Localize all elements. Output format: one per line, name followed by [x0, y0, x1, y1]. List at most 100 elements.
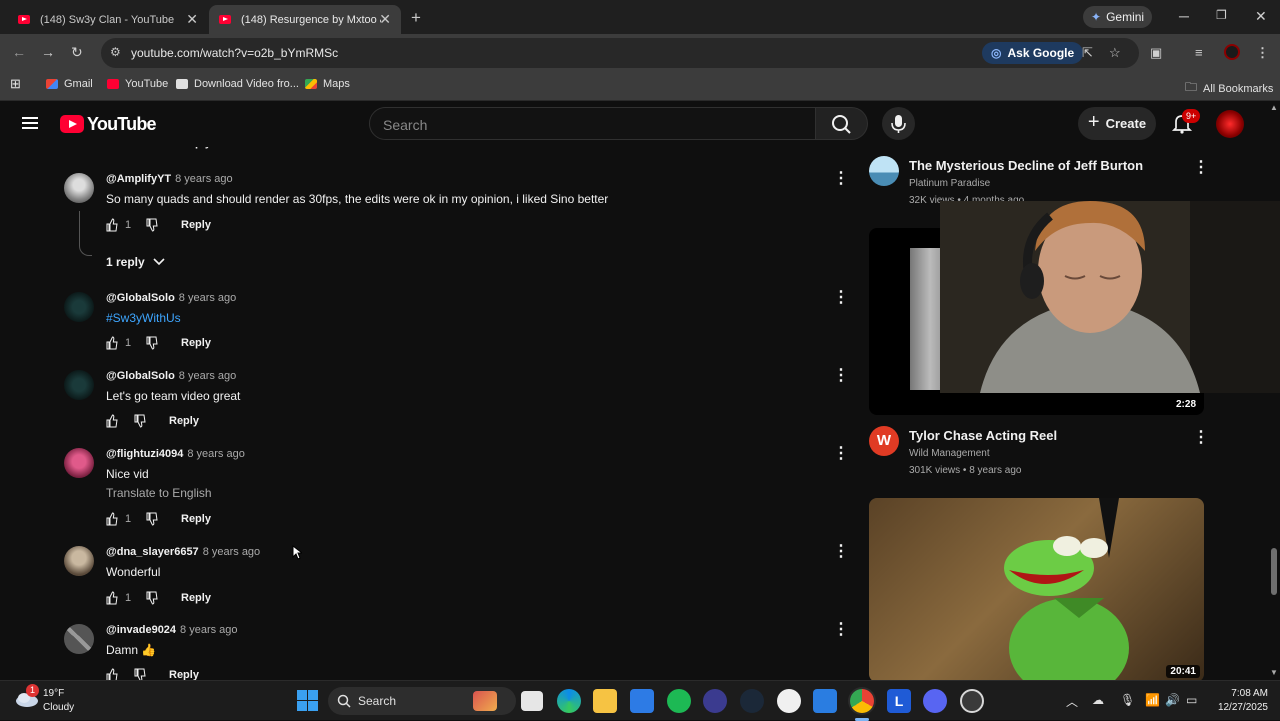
comment-time[interactable]: 8 years ago — [179, 370, 236, 382]
search-button[interactable] — [816, 107, 868, 140]
all-bookmarks[interactable]: 🗀 All Bookmarks — [1185, 78, 1273, 99]
install-app-icon[interactable]: ⇱ — [1082, 45, 1093, 61]
thumbs-up-icon[interactable] — [106, 414, 118, 428]
thumbs-up-icon[interactable] — [106, 218, 118, 232]
voice-search-button[interactable] — [882, 107, 915, 140]
ask-google-button[interactable]: ◎ Ask Google — [982, 42, 1084, 64]
comment-time[interactable]: 8 years ago — [187, 448, 244, 460]
microsoft-store-icon[interactable] — [630, 689, 654, 713]
close-window-icon[interactable]: ✕ — [1255, 8, 1267, 25]
author-name[interactable]: @dna_slayer6657 — [106, 546, 199, 558]
bookmark-gmail[interactable]: Gmail — [46, 78, 93, 90]
video-thumbnail[interactable]: 20:41 — [869, 498, 1204, 680]
comment-menu-icon[interactable]: ⋮ — [833, 171, 849, 187]
comment-menu-icon[interactable]: ⋮ — [833, 446, 849, 462]
comment-author[interactable]: @AmplifyYT 8 years ago — [106, 173, 233, 185]
app-icon[interactable] — [813, 689, 837, 713]
avatar[interactable] — [64, 292, 94, 322]
app-icon[interactable] — [960, 689, 984, 713]
thumbs-up-icon[interactable] — [106, 512, 118, 526]
gemini-button[interactable]: ✦ Gemini — [1083, 6, 1153, 28]
thumbs-down-icon[interactable] — [146, 336, 158, 350]
onedrive-icon[interactable]: ☁ — [1092, 693, 1104, 707]
steam-icon[interactable] — [740, 689, 764, 713]
comment-author[interactable]: @dna_slayer6657 8 years ago — [106, 546, 260, 558]
maximize-icon[interactable]: ❐ — [1216, 8, 1227, 22]
show-hidden-icons[interactable]: ︿ — [1066, 693, 1078, 710]
replies-toggle-button[interactable]: 1 reply — [106, 255, 165, 269]
site-info-icon[interactable]: ⚙ — [110, 45, 121, 59]
scroll-down-arrow-icon[interactable]: ▼ — [1270, 668, 1278, 677]
thumbs-down-icon[interactable] — [146, 591, 158, 605]
volume-icon[interactable]: 🔊 — [1165, 693, 1180, 707]
comment-time[interactable]: 8 years ago — [203, 546, 260, 558]
author-name[interactable]: @flightuzi4094 — [106, 448, 183, 460]
taskbar-search[interactable]: Search — [328, 687, 516, 715]
reply-button[interactable]: Reply — [169, 415, 199, 427]
reply-button[interactable]: Reply — [181, 592, 211, 604]
tab-sw3y-clan[interactable]: (148) Sw3y Clan - YouTube ✕ — [8, 5, 208, 34]
thumbs-up-icon[interactable] — [106, 336, 118, 350]
weather-widget[interactable]: 1 — [14, 684, 40, 713]
thumbs-up-icon[interactable] — [106, 668, 118, 680]
tab-resurgence[interactable]: (148) Resurgence by Mxtoo & I ✕ — [209, 5, 401, 34]
channel-avatar[interactable] — [869, 156, 899, 186]
thumbs-up-icon[interactable] — [106, 591, 118, 605]
avatar[interactable] — [64, 173, 94, 203]
weather-desc[interactable]: Cloudy — [43, 702, 74, 713]
video-menu-icon[interactable]: ⋮ — [1193, 157, 1209, 177]
avatar[interactable] — [64, 370, 94, 400]
spotify-icon[interactable] — [667, 689, 691, 713]
avatar[interactable] — [64, 624, 94, 654]
menu-icon[interactable] — [22, 117, 38, 129]
translate-link[interactable]: Translate to English — [106, 486, 212, 500]
author-name[interactable]: @invade9024 — [106, 624, 176, 636]
side-panel-icon[interactable]: ▣ — [1150, 45, 1162, 61]
comment-menu-icon[interactable]: ⋮ — [833, 368, 849, 384]
create-button[interactable]: + Create — [1078, 107, 1156, 140]
video-channel[interactable]: Platinum Paradise — [909, 178, 990, 189]
scrollbar-thumb[interactable] — [1271, 548, 1277, 595]
windows-start-icon[interactable] — [297, 690, 318, 711]
comment-time[interactable]: 8 years ago — [179, 292, 236, 304]
taskbar-clock[interactable]: 7:08 AM 12/27/2025 — [1212, 687, 1268, 715]
thumbs-down-icon[interactable] — [134, 414, 146, 428]
close-tab-icon[interactable]: ✕ — [379, 11, 391, 28]
edge-browser-icon[interactable] — [557, 689, 581, 713]
address-bar[interactable]: ⚙ youtube.com/watch?v=o2b_bYmRMSc ◎ Ask … — [101, 38, 1139, 68]
media-player-icon[interactable] — [703, 689, 727, 713]
reply-button[interactable]: Reply — [181, 219, 211, 231]
wifi-icon[interactable]: 📶 — [1145, 693, 1160, 707]
bookmark-youtube[interactable]: YouTube — [107, 78, 168, 90]
chrome-icon[interactable] — [850, 689, 874, 713]
video-title[interactable]: The Mysterious Decline of Jeff Burton — [909, 158, 1143, 173]
scroll-up-arrow-icon[interactable]: ▲ — [1270, 103, 1278, 112]
thumbs-down-icon[interactable] — [146, 218, 158, 232]
media-controls-icon[interactable]: ≡ — [1195, 45, 1203, 60]
file-explorer-icon[interactable] — [593, 689, 617, 713]
comment-menu-icon[interactable]: ⋮ — [833, 622, 849, 638]
thumbs-down-icon[interactable] — [134, 668, 146, 680]
channel-avatar[interactable]: W — [869, 426, 899, 456]
author-name[interactable]: @GlobalSolo — [106, 292, 175, 304]
comment-menu-icon[interactable]: ⋮ — [833, 544, 849, 560]
youtube-logo-icon[interactable] — [60, 115, 84, 133]
comment-author[interactable]: @GlobalSolo 8 years ago — [106, 292, 236, 304]
url-text[interactable]: youtube.com/watch?v=o2b_bYmRMSc — [131, 46, 338, 60]
minimize-icon[interactable]: ─ — [1179, 8, 1189, 24]
comment-author[interactable]: @GlobalSolo 8 years ago — [106, 370, 236, 382]
discord-icon[interactable] — [923, 689, 947, 713]
youtube-logo-text[interactable]: YouTube — [87, 114, 157, 135]
apps-grid-icon[interactable]: ⊞ — [10, 76, 21, 92]
video-channel[interactable]: Wild Management — [909, 448, 990, 459]
hashtag-link[interactable]: #Sw3yWithUs — [106, 311, 181, 325]
author-name[interactable]: @GlobalSolo — [106, 370, 175, 382]
app-icon[interactable] — [777, 689, 801, 713]
microphone-tray-icon[interactable]: 🎙 — [1120, 693, 1135, 707]
weather-temp[interactable]: 19°F — [43, 688, 64, 699]
battery-icon[interactable]: ▭ — [1186, 693, 1197, 707]
reload-icon[interactable]: ↻ — [71, 44, 83, 61]
video-title[interactable]: Tylor Chase Acting Reel — [909, 428, 1057, 443]
thumbs-down-icon[interactable] — [146, 512, 158, 526]
video-menu-icon[interactable]: ⋮ — [1193, 427, 1209, 447]
